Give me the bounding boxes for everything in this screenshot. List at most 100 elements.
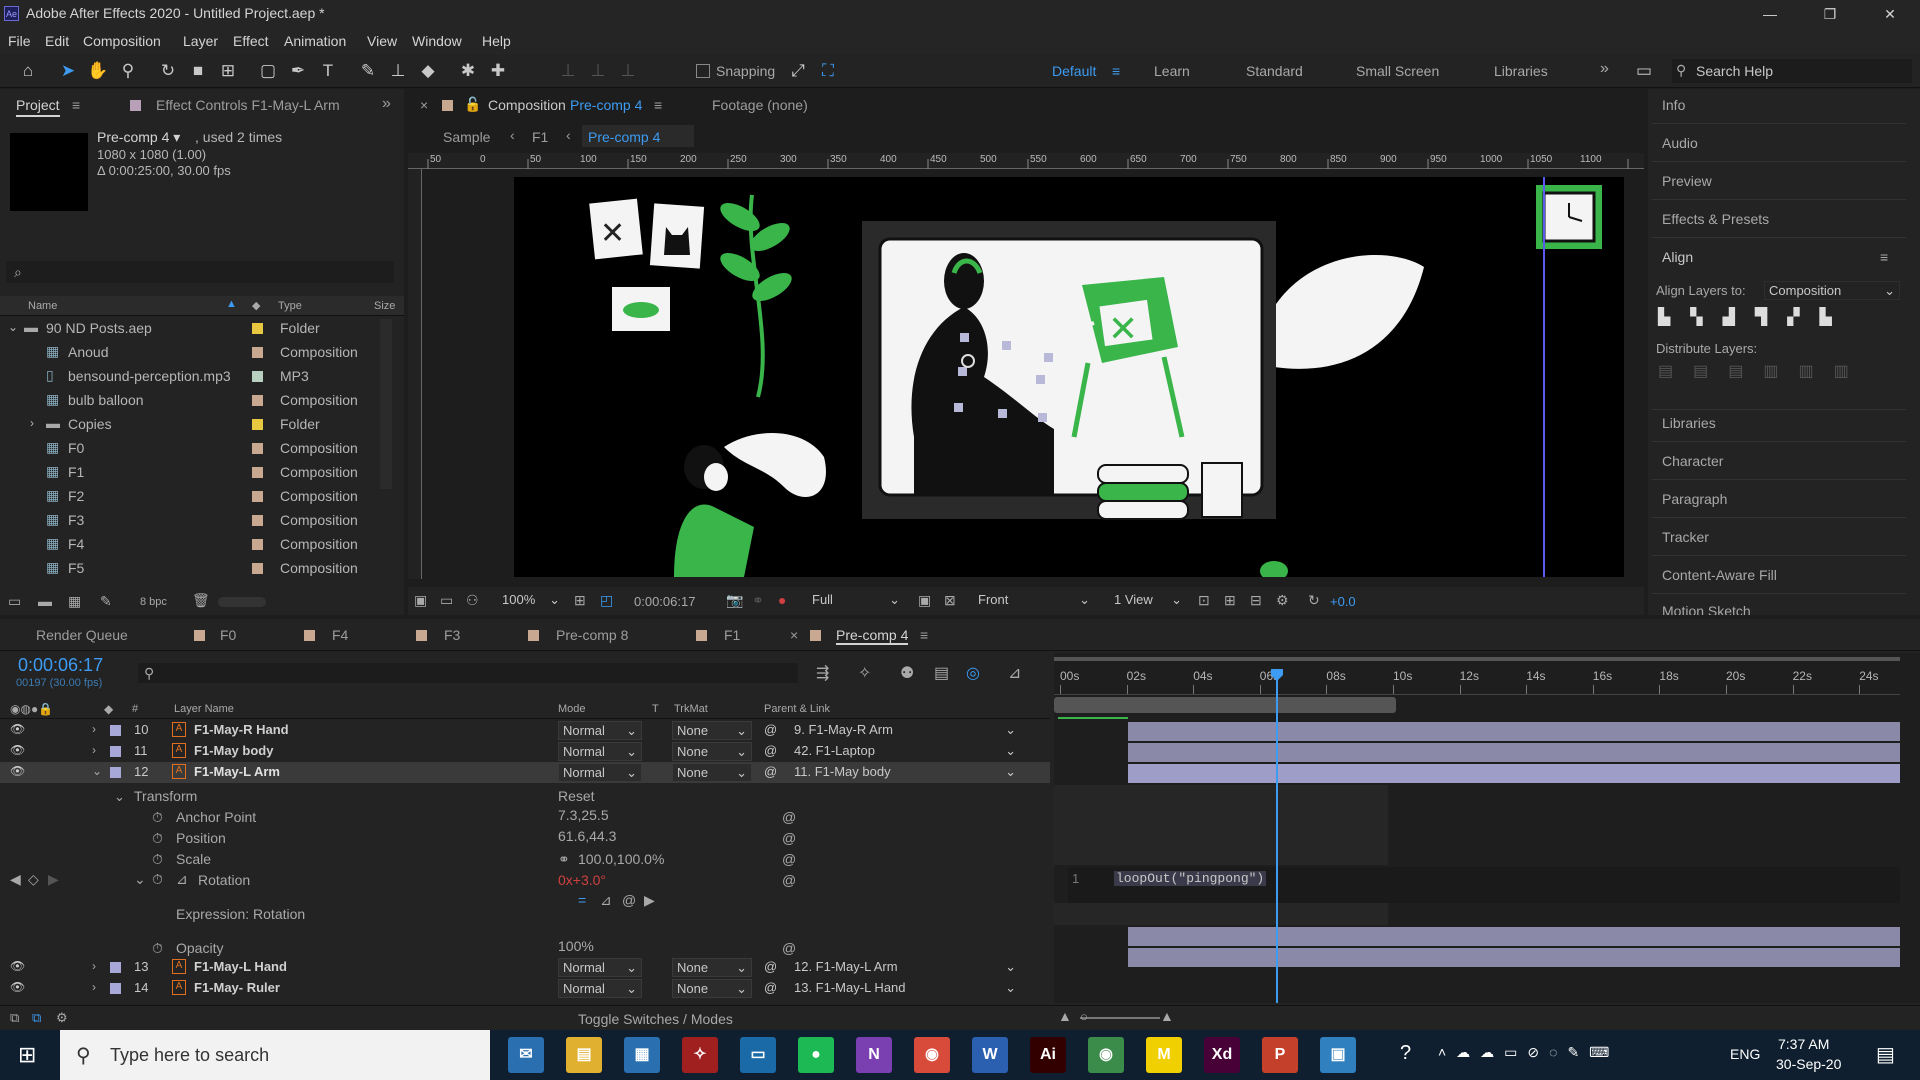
region-icon[interactable]: ▭ bbox=[440, 592, 453, 609]
column-type[interactable]: Type bbox=[278, 300, 302, 312]
panel-motion-sketch[interactable]: Motion Sketch bbox=[1662, 603, 1751, 615]
thumbnail-size-slider[interactable] bbox=[218, 597, 266, 607]
layer-trkmat-select[interactable]: None ⌄ bbox=[672, 979, 752, 998]
label-color[interactable] bbox=[252, 419, 263, 430]
project-item[interactable]: ▦ F2 Composition bbox=[0, 485, 380, 509]
views-select[interactable]: 1 View ⌄ bbox=[1110, 591, 1186, 610]
taskbar-miro-icon[interactable]: M bbox=[1146, 1037, 1182, 1073]
column-layer-name[interactable]: Layer Name bbox=[174, 703, 234, 715]
layer-parent-select[interactable]: 42. F1-Laptop ⌄ bbox=[790, 742, 1020, 761]
stopwatch-icon[interactable]: ⏱ bbox=[152, 851, 163, 868]
project-item[interactable]: ▦ F4 Composition bbox=[0, 533, 380, 557]
panel-audio[interactable]: Audio bbox=[1662, 135, 1698, 151]
layer-parent-select[interactable]: 11. F1-May body ⌄ bbox=[790, 763, 1020, 782]
tab-f0[interactable]: F0 bbox=[220, 627, 236, 643]
tab-render-queue[interactable]: Render Queue bbox=[36, 627, 128, 643]
layer-bar-selected[interactable] bbox=[1128, 764, 1900, 783]
transform-label[interactable]: Transform bbox=[134, 788, 197, 804]
panel-character[interactable]: Character bbox=[1662, 453, 1723, 469]
workspace-more-icon[interactable]: » bbox=[1600, 60, 1609, 78]
pen-tool-icon[interactable]: ✒ bbox=[286, 59, 310, 83]
menu-composition[interactable]: Composition bbox=[83, 33, 161, 49]
breadcrumb-sample[interactable]: Sample bbox=[443, 129, 490, 145]
panel-tracker[interactable]: Tracker bbox=[1662, 529, 1709, 545]
mask-icon[interactable]: ⚇ bbox=[466, 592, 479, 609]
layer-name[interactable]: F1-May- Ruler bbox=[194, 980, 280, 995]
taskbar-calculator-icon[interactable]: ▦ bbox=[624, 1037, 660, 1073]
layer-switches-icon[interactable]: ⧉ bbox=[10, 1010, 19, 1026]
tab-footage[interactable]: Footage (none) bbox=[712, 97, 808, 113]
snapping-checkbox[interactable] bbox=[696, 64, 710, 78]
label-color[interactable] bbox=[252, 539, 263, 550]
workspace-libraries[interactable]: Libraries bbox=[1494, 63, 1548, 79]
pickwhip-icon[interactable]: @ bbox=[782, 830, 796, 846]
layer-bar[interactable] bbox=[1128, 948, 1900, 967]
roto-brush-tool-icon[interactable]: ✱ bbox=[456, 59, 480, 83]
distribute-buttons-icon[interactable]: ▤▤▤▥▥▥ bbox=[1658, 361, 1869, 381]
axis-view-icon[interactable]: ⊥ bbox=[616, 59, 640, 83]
breadcrumb-f1[interactable]: F1 bbox=[532, 129, 548, 145]
layer-mode-select[interactable]: Normal ⌄ bbox=[558, 763, 642, 782]
motion-blur-icon[interactable]: ◎ bbox=[966, 663, 980, 683]
timeline-menu-icon[interactable]: ≡ bbox=[920, 627, 928, 643]
toggle-pixel-icon[interactable]: ⊡ bbox=[1198, 592, 1210, 609]
help-icon[interactable]: ? bbox=[1400, 1042, 1411, 1065]
puppet-tool-icon[interactable]: ✚ bbox=[486, 59, 510, 83]
graph-editor-icon[interactable]: ⊿ bbox=[1008, 663, 1021, 683]
eye-icon[interactable]: 👁 bbox=[10, 959, 25, 973]
expression-editor[interactable]: 1 loopOut("pingpong") bbox=[1068, 867, 1900, 903]
transparency-icon[interactable]: ⊠ bbox=[944, 592, 956, 609]
interpret-footage-icon[interactable]: ▭ bbox=[8, 593, 21, 610]
prop-scale-value[interactable]: 100.0,100.0% bbox=[578, 851, 664, 867]
timeline-scrollbar[interactable] bbox=[1900, 653, 1920, 1003]
panel-libraries[interactable]: Libraries bbox=[1662, 415, 1716, 431]
stopwatch-icon[interactable]: ⏱ bbox=[152, 940, 163, 957]
home-icon[interactable]: ⌂ bbox=[16, 59, 40, 83]
taskbar-spotify-icon[interactable]: ● bbox=[798, 1037, 834, 1073]
stopwatch-icon[interactable]: ⏱ bbox=[152, 809, 163, 826]
taskbar-illustrator-icon[interactable]: Ai bbox=[1030, 1037, 1066, 1073]
chevron-right-icon[interactable]: › bbox=[92, 959, 96, 973]
tab-effect-controls[interactable]: Effect Controls F1-May-L Arm bbox=[156, 97, 340, 113]
label-column-icon[interactable]: ◆ bbox=[252, 299, 260, 312]
taskbar-chrome2-icon[interactable]: ◉ bbox=[1088, 1037, 1124, 1073]
label-color[interactable] bbox=[110, 746, 121, 757]
fast-preview-icon[interactable]: ⊞ bbox=[1224, 592, 1236, 609]
layer-row[interactable]: 👁 › 11 A F1-May body Normal ⌄ None ⌄ @42. F1-Lapt… bbox=[0, 741, 1050, 762]
next-keyframe-icon[interactable]: ▶ bbox=[48, 871, 59, 888]
panel-align[interactable]: Align bbox=[1662, 249, 1693, 265]
frame-blending-icon[interactable]: ▤ bbox=[934, 663, 949, 683]
bit-depth-label[interactable]: 8 bpc bbox=[140, 596, 167, 608]
layer-mode-select[interactable]: Normal ⌄ bbox=[558, 742, 642, 761]
label-color[interactable] bbox=[252, 443, 263, 454]
eye-icon[interactable]: 👁 bbox=[10, 764, 25, 778]
panel-content-aware-fill[interactable]: Content-Aware Fill bbox=[1662, 567, 1777, 583]
menu-animation[interactable]: Animation bbox=[284, 33, 346, 49]
exposure-value[interactable]: +0.0 bbox=[1330, 594, 1356, 609]
tab-precomp4[interactable]: Pre-comp 4 bbox=[836, 627, 909, 645]
hand-tool-icon[interactable]: ✋ bbox=[86, 59, 110, 83]
selected-comp-name[interactable]: Pre-comp 4 ▾ bbox=[97, 129, 180, 146]
layer-trkmat-select[interactable]: None ⌄ bbox=[672, 742, 752, 761]
taskbar-word-icon[interactable]: W bbox=[972, 1037, 1008, 1073]
layer-mode-select[interactable]: Normal ⌄ bbox=[558, 979, 642, 998]
project-item[interactable]: ▦ F3 Composition bbox=[0, 509, 380, 533]
taskbar-powerpoint-icon[interactable]: P bbox=[1262, 1037, 1298, 1073]
shy-layers-icon[interactable]: ⚉ bbox=[900, 663, 914, 683]
time-ruler[interactable]: 00s 02s 04s 06s 08s 10s 12s 14s 16s 18s 20s 22s 24s bbox=[1054, 667, 1900, 695]
panel-more-icon[interactable]: » bbox=[382, 95, 391, 113]
taskbar-app-red-icon[interactable]: ✧ bbox=[682, 1037, 718, 1073]
label-color[interactable] bbox=[110, 767, 121, 778]
clock-time[interactable]: 7:37 AM bbox=[1778, 1036, 1829, 1052]
layer-row[interactable]: 👁 › 14 A F1-May- Ruler Normal ⌄ None ⌄ @13. F1-Ma… bbox=[0, 978, 1050, 999]
chevron-down-icon[interactable]: ⌄ bbox=[8, 320, 18, 334]
chevron-down-icon[interactable]: ⌄ bbox=[92, 764, 102, 778]
work-area-bar[interactable] bbox=[1054, 697, 1396, 713]
prev-keyframe-icon[interactable]: ◀ bbox=[10, 871, 21, 888]
menu-layer[interactable]: Layer bbox=[183, 33, 218, 49]
taskbar-active-app-icon[interactable]: ▣ bbox=[1320, 1037, 1356, 1073]
menu-file[interactable]: File bbox=[8, 33, 31, 49]
search-help-field[interactable]: ⚲ Search Help bbox=[1672, 59, 1912, 83]
eye-icon[interactable]: 👁 bbox=[10, 980, 25, 994]
timeline-icon[interactable]: ⊟ bbox=[1250, 592, 1262, 609]
